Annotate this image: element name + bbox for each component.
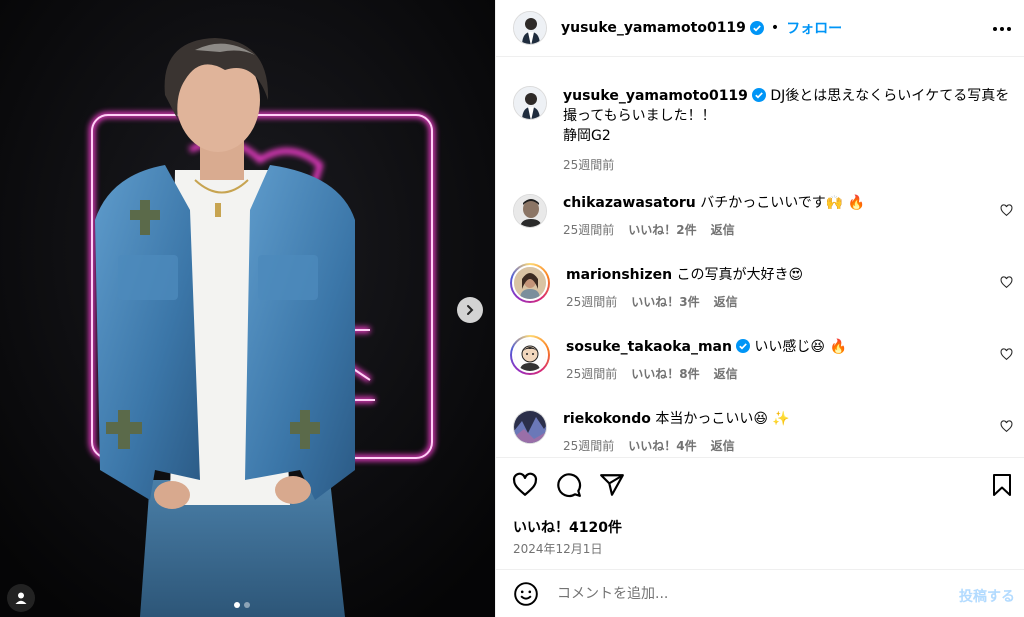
avatar-image (514, 87, 546, 119)
avatar-image (514, 411, 546, 443)
comment-icon[interactable] (556, 472, 582, 498)
comment-text: バチかっこいいです🙌 🔥 (700, 195, 866, 211)
post-comment-button[interactable]: 投稿する (959, 586, 1015, 606)
reply-button[interactable]: 返信 (714, 365, 738, 383)
comment-username[interactable]: marionshizen (566, 267, 672, 283)
caption-location-line: 静岡G2 (563, 128, 611, 144)
comment-time[interactable]: 25週間前 (566, 365, 617, 383)
author-username[interactable]: yusuke_yamamoto0119 (561, 20, 746, 36)
verified-badge-icon (751, 88, 766, 102)
author-avatar[interactable] (513, 11, 547, 45)
reply-button[interactable]: 返信 (711, 437, 735, 455)
avatar-image (514, 12, 546, 44)
post-date[interactable]: 2024年12月1日 (513, 540, 602, 557)
caption-author-avatar[interactable] (513, 86, 547, 120)
avatar-image (514, 195, 546, 227)
comment-likes[interactable]: いいね！4件 (628, 437, 696, 455)
caption-username[interactable]: yusuke_yamamoto0119 (563, 88, 748, 104)
verified-badge-icon (735, 339, 750, 353)
caption-block: yusuke_yamamoto0119 DJ後とは思えなくらいイケてる写真を撮っ… (513, 86, 1023, 175)
comment-text: 本当かっこいい😆 ✨ (655, 411, 790, 427)
comment-likes[interactable]: いいね！2件 (628, 221, 696, 239)
heart-icon[interactable] (1000, 204, 1013, 217)
post-header: yusuke_yamamoto0119 • フォロー (496, 0, 1024, 57)
comment-row: marionshizen この写真が大好き😍 25週間前 いいね！3件 返信 (510, 263, 1018, 311)
commenter-avatar[interactable] (513, 410, 547, 444)
heart-icon[interactable] (1000, 348, 1013, 361)
verified-badge-icon (749, 21, 764, 35)
heart-icon[interactable] (1000, 420, 1013, 433)
comment-text: いい感じ😆 🔥 (754, 339, 847, 355)
post-photo[interactable] (0, 0, 495, 617)
carousel-dot (244, 602, 250, 608)
comment-username[interactable]: chikazawasatoru (563, 195, 696, 211)
post-side-panel: yusuke_yamamoto0119 • フォロー yusuke_yamamo… (495, 0, 1024, 617)
comment-time[interactable]: 25週間前 (563, 437, 614, 455)
story-ring[interactable] (510, 263, 550, 303)
comment-text: この写真が大好き😍 (676, 267, 804, 283)
commenter-avatar (512, 265, 548, 301)
post-image (0, 0, 495, 617)
comment-time[interactable]: 25週間前 (563, 221, 614, 239)
comment-likes[interactable]: いいね！8件 (631, 365, 699, 383)
caption-time[interactable]: 25週間前 (563, 155, 614, 175)
comment-time[interactable]: 25週間前 (566, 293, 617, 311)
more-horizontal-icon[interactable] (991, 18, 1013, 40)
bookmark-icon[interactable] (990, 472, 1014, 498)
chevron-right-icon (467, 305, 474, 315)
comment-username[interactable]: sosuke_takaoka_man (566, 339, 732, 355)
commenter-avatar (512, 337, 548, 373)
caption-text-block: yusuke_yamamoto0119 DJ後とは思えなくらいイケてる写真を撮っ… (563, 86, 1023, 175)
story-ring[interactable] (510, 335, 550, 375)
tagged-users-button[interactable] (7, 584, 35, 612)
next-slide-button[interactable] (457, 297, 483, 323)
comment-input[interactable] (557, 585, 937, 602)
add-comment-bar: 投稿する (496, 569, 1024, 617)
comments-list[interactable]: yusuke_yamamoto0119 DJ後とは思えなくらいイケてる写真を撮っ… (496, 58, 1024, 456)
post-actions: いいね！4120件 2024年12月1日 (496, 457, 1024, 567)
heart-icon[interactable] (1000, 276, 1013, 289)
comment-username[interactable]: riekokondo (563, 411, 651, 427)
emoji-icon[interactable] (513, 581, 539, 607)
avatar-image (514, 339, 546, 371)
share-send-icon[interactable] (599, 472, 625, 498)
reply-button[interactable]: 返信 (714, 293, 738, 311)
likes-count[interactable]: いいね！4120件 (513, 517, 622, 537)
carousel-dot-active (234, 602, 240, 608)
comment-row: chikazawasatoru バチかっこいいです🙌 🔥 25週間前 いいね！2… (513, 194, 1018, 239)
commenter-avatar[interactable] (513, 194, 547, 228)
comment-likes[interactable]: いいね！3件 (631, 293, 699, 311)
comment-row: riekokondo 本当かっこいい😆 ✨ 25週間前 いいね！4件 返信 (513, 410, 1018, 455)
user-icon (15, 592, 27, 604)
like-heart-icon[interactable] (512, 472, 538, 498)
avatar-image (514, 267, 546, 299)
carousel-indicator (234, 602, 250, 608)
reply-button[interactable]: 返信 (711, 221, 735, 239)
follow-button[interactable]: フォロー (786, 18, 842, 38)
separator-dot: • (770, 20, 780, 36)
comment-row: sosuke_takaoka_man いい感じ😆 🔥 25週間前 いいね！8件 … (510, 335, 1018, 383)
